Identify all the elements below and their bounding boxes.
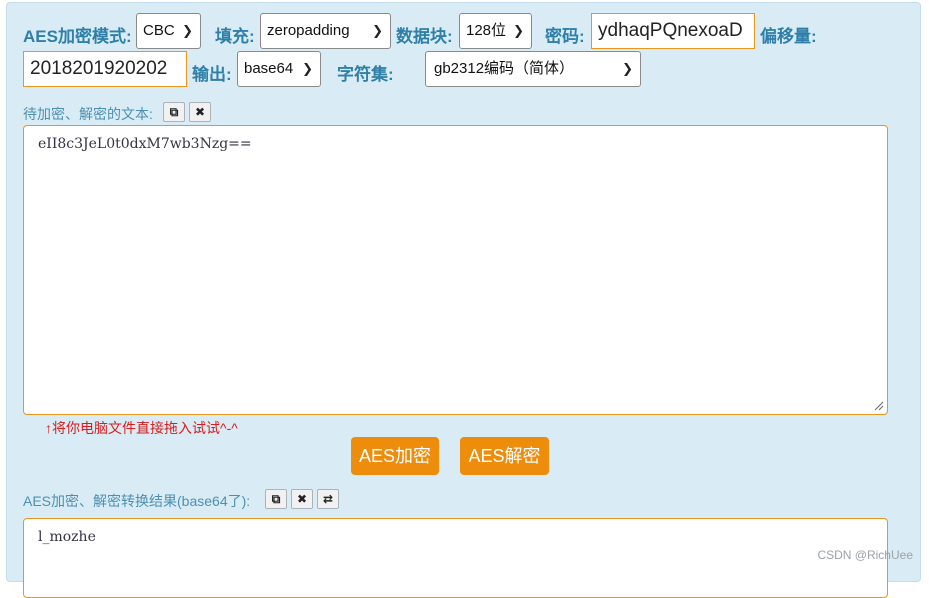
chevron-down-icon: ❯ xyxy=(302,61,313,76)
charset-label: 字符集: xyxy=(337,65,394,84)
aes-decrypt-button[interactable]: AES解密 xyxy=(460,437,549,475)
padding-select-value: zeropadding xyxy=(267,22,350,39)
mode-label: AES加密模式: xyxy=(23,27,132,46)
drag-file-hint: ↑将你电脑文件直接拖入试试^-^ xyxy=(45,420,238,436)
output-area-label: AES加密、解密转换结果(base64了): xyxy=(23,493,251,509)
swap-icon: ⇄ xyxy=(322,492,334,506)
offset-input[interactable]: 2018201920202 xyxy=(23,51,187,87)
padding-select[interactable]: zeropadding ❯ xyxy=(260,13,391,49)
charset-select-value: gb2312编码（简体） xyxy=(434,60,575,77)
mode-select-value: CBC xyxy=(143,22,175,39)
output-label: 输出: xyxy=(192,65,232,84)
charset-select[interactable]: gb2312编码（简体） ❯ xyxy=(425,51,641,87)
output-text: l_mozhe xyxy=(38,529,96,545)
aes-tool-panel: AES加密模式: CBC ❯ 填充: zeropadding ❯ 数据块: 12… xyxy=(6,2,921,598)
copy-icon: ⧉ xyxy=(169,105,179,119)
input-textarea[interactable]: eII8c3JeL0t0dxM7wb3Nzg== xyxy=(23,125,888,415)
clear-output-button[interactable]: ✖ xyxy=(291,489,313,509)
block-select-value: 128位 xyxy=(466,22,507,39)
block-size-select[interactable]: 128位 ❯ xyxy=(459,13,532,49)
input-text: eII8c3JeL0t0dxM7wb3Nzg== xyxy=(38,136,252,152)
chevron-down-icon: ❯ xyxy=(622,61,633,76)
chevron-down-icon: ❯ xyxy=(372,23,383,38)
resize-grip-icon[interactable] xyxy=(874,401,884,411)
watermark: CSDN @RichUee xyxy=(817,548,913,562)
password-label: 密码: xyxy=(545,27,585,46)
output-textarea[interactable]: l_mozhe xyxy=(23,518,888,598)
swap-button[interactable]: ⇄ xyxy=(317,489,339,509)
aes-encrypt-button[interactable]: AES加密 xyxy=(351,437,439,475)
output-select-value: base64 xyxy=(244,60,294,77)
password-input[interactable]: ydhaqPQnexoaD xyxy=(591,13,755,49)
copy-input-button[interactable]: ⧉ xyxy=(163,102,185,122)
padding-label: 填充: xyxy=(215,27,255,46)
offset-label: 偏移量: xyxy=(760,27,817,46)
chevron-down-icon: ❯ xyxy=(182,23,193,38)
mode-select[interactable]: CBC ❯ xyxy=(136,13,201,49)
chevron-down-icon: ❯ xyxy=(513,23,524,38)
input-area-label: 待加密、解密的文本: xyxy=(23,106,153,122)
block-label: 数据块: xyxy=(396,27,453,46)
clear-input-button[interactable]: ✖ xyxy=(189,102,211,122)
close-icon: ✖ xyxy=(296,492,308,506)
output-select[interactable]: base64 ❯ xyxy=(237,51,321,87)
close-icon: ✖ xyxy=(194,105,206,119)
copy-icon: ⧉ xyxy=(271,492,281,506)
copy-output-button[interactable]: ⧉ xyxy=(265,489,287,509)
